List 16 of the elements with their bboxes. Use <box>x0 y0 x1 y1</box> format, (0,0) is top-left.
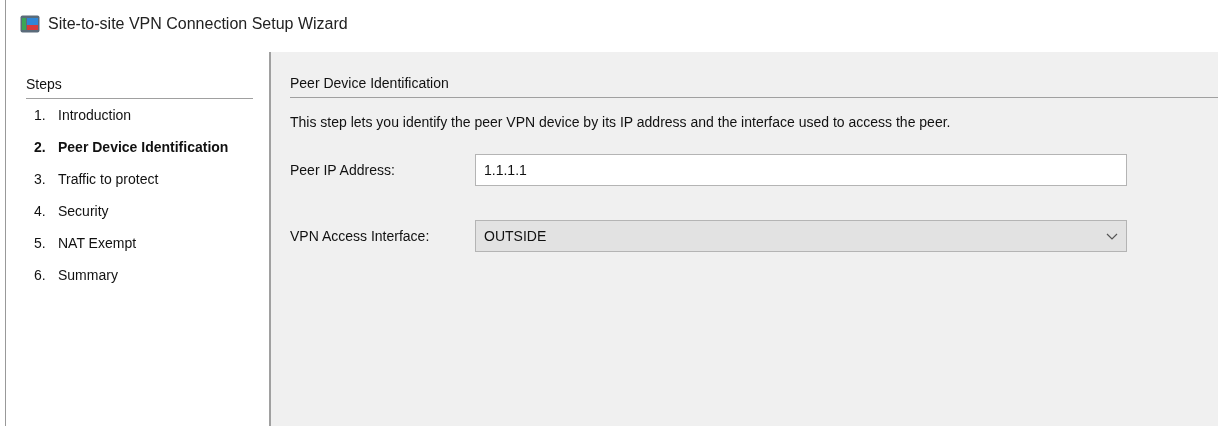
field-label: VPN Access Interface: <box>290 228 431 244</box>
ip-address-field[interactable]: 1.1.1.1 <box>475 154 1127 186</box>
description-text: This step lets you identify the peer VPN device by its IP address and the interface used to access the peer. <box>290 114 952 130</box>
step-item: 6. Summary <box>33 266 119 285</box>
step-item: 2. Peer Device Identification <box>33 138 230 157</box>
step-item: 3. Traffic to protect <box>33 170 160 189</box>
step-item: 5. NAT Exempt <box>33 234 138 253</box>
step-item: 4. Security <box>33 202 110 221</box>
window-title: Site-to-site VPN Connection Setup Wizard <box>48 15 348 33</box>
chevron-down-icon <box>1106 232 1118 240</box>
app-icon <box>20 15 40 33</box>
interface-dropdown[interactable]: OUTSIDE <box>475 220 1127 252</box>
step-item: 1. Introduction <box>33 106 133 125</box>
section-heading: Peer Device Identification <box>290 75 1218 98</box>
field-label: Peer IP Address: <box>290 162 396 178</box>
steps-heading: Steps <box>26 76 253 99</box>
